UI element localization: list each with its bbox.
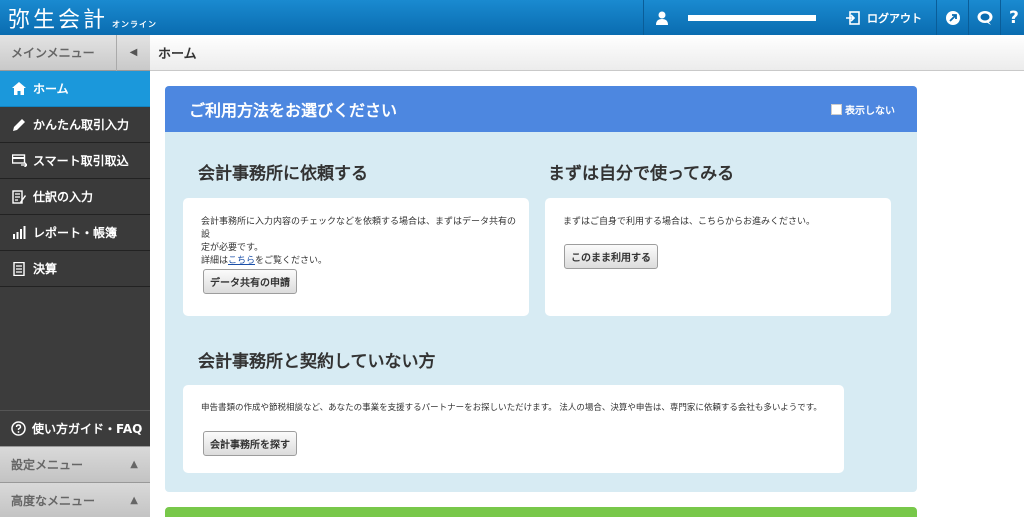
request-desc-line3: 詳細はこちらをご覧ください。: [201, 255, 521, 268]
hide-checkbox[interactable]: [831, 103, 842, 115]
sidebar: メインメニュー ◀ ホーム かんたん取引入力 スマート取引取込 仕訳の入力 レポ…: [0, 34, 150, 517]
hide-option[interactable]: 表示しない: [831, 102, 895, 117]
breadcrumb: ホーム: [150, 35, 1024, 71]
help-label: ?: [1009, 7, 1019, 28]
self-section-title: まずは自分で使ってみる: [548, 164, 735, 184]
top-bar: 弥生会計 オンライン ログアウト ?: [0, 0, 1024, 35]
sidebar-item-closing[interactable]: 決算: [0, 251, 150, 287]
top-right-area: ログアウト ?: [643, 0, 1024, 35]
pencil-icon: [11, 117, 27, 133]
main-menu-header: メインメニュー ◀: [0, 34, 150, 71]
collapse-sidebar-button[interactable]: ◀: [116, 34, 150, 71]
find-firm-button[interactable]: 会計事務所を探す: [203, 431, 297, 456]
app-logo[interactable]: 弥生会計 オンライン: [0, 2, 157, 34]
help-icon[interactable]: ?: [1000, 0, 1024, 35]
settings-menu-label: 設定メニュー: [11, 458, 84, 472]
data-share-request-button[interactable]: データ共有の申請: [203, 269, 297, 294]
logout-button[interactable]: ログアウト: [830, 0, 936, 35]
sidebar-item-label: かんたん取引入力: [33, 118, 130, 132]
next-panel-header: [165, 507, 917, 517]
sidebar-item-label: レポート・帳簿: [33, 226, 118, 240]
request-desc-line2: 定が必要です。: [201, 243, 264, 253]
chevron-up-icon: ▲: [130, 459, 138, 470]
no-contract-desc: 申告書類の作成や節税相談など、あなたの事業を支援するパートナーをお探しいただけま…: [201, 403, 822, 413]
sidebar-item-easy-entry[interactable]: かんたん取引入力: [0, 107, 150, 143]
request-desc-post: をご覧ください。: [255, 256, 328, 266]
navigate-icon[interactable]: [936, 0, 968, 35]
user-name-redacted: [688, 14, 816, 21]
request-section-title: 会計事務所に依頼する: [198, 164, 368, 184]
advanced-menu-label: 高度なメニュー: [11, 494, 96, 508]
sidebar-item-label: ホーム: [33, 82, 69, 96]
sidebar-item-label: 仕訳の入力: [33, 190, 94, 204]
panel-title: ご利用方法をお選びください: [189, 101, 398, 120]
no-contract-section-title: 会計事務所と契約していない方: [198, 352, 436, 372]
no-contract-card: 申告書類の作成や節税相談など、あなたの事業を支援するパートナーをお探しいただけま…: [183, 385, 844, 473]
details-link[interactable]: こちら: [228, 256, 255, 266]
guide-label: 使い方ガイド・FAQ: [32, 422, 143, 436]
main-menu-label: メインメニュー: [11, 46, 95, 60]
chevron-left-icon: ◀: [129, 47, 138, 58]
user-icon: [654, 10, 670, 26]
request-card: 会計事務所に入力内容のチェックなどを依頼する場合は、まずはデータ共有の設 定が必…: [183, 198, 529, 316]
journal-icon: [11, 189, 27, 205]
chat-icon[interactable]: [968, 0, 1000, 35]
bar-chart-icon: [11, 225, 27, 241]
hide-label: 表示しない: [845, 105, 895, 117]
sidebar-item-smart-import[interactable]: スマート取引取込: [0, 143, 150, 179]
sidebar-item-label: 決算: [33, 262, 58, 276]
sidebar-item-guide-faq[interactable]: 使い方ガイド・FAQ: [0, 410, 150, 446]
continue-button[interactable]: このまま利用する: [564, 244, 658, 269]
advanced-menu[interactable]: 高度なメニュー ▲: [0, 482, 150, 517]
request-desc-line1: 会計事務所に入力内容のチェックなどを依頼する場合は、まずはデータ共有の設: [201, 217, 517, 240]
logo-sub: オンライン: [112, 19, 158, 29]
logout-label: ログアウト: [867, 11, 922, 25]
logout-icon: [846, 10, 860, 25]
sidebar-item-journal-entry[interactable]: 仕訳の入力: [0, 179, 150, 215]
request-desc-pre: 詳細は: [201, 256, 229, 266]
user-area[interactable]: [643, 0, 830, 35]
panel-header: ご利用方法をお選びください 表示しない: [165, 86, 917, 132]
home-icon: [11, 81, 27, 97]
question-circle-icon: [11, 421, 26, 436]
sidebar-item-home[interactable]: ホーム: [0, 71, 150, 107]
self-desc: まずはご自身で利用する場合は、こちらからお進みください。: [563, 217, 816, 227]
chevron-up-icon: ▲: [130, 495, 138, 506]
card-import-icon: [11, 153, 27, 169]
logo-main: 弥生会計: [8, 7, 109, 33]
page-title: ホーム: [158, 47, 197, 62]
document-icon: [11, 261, 27, 277]
usage-selection-panel: ご利用方法をお選びください 表示しない 会計事務所に依頼する まずは自分で使って…: [165, 86, 917, 492]
sidebar-item-label: スマート取引取込: [33, 154, 129, 168]
settings-menu[interactable]: 設定メニュー ▲: [0, 446, 150, 482]
self-use-card: まずはご自身で利用する場合は、こちらからお進みください。 このまま利用する: [545, 198, 891, 316]
sidebar-item-reports[interactable]: レポート・帳簿: [0, 215, 150, 251]
